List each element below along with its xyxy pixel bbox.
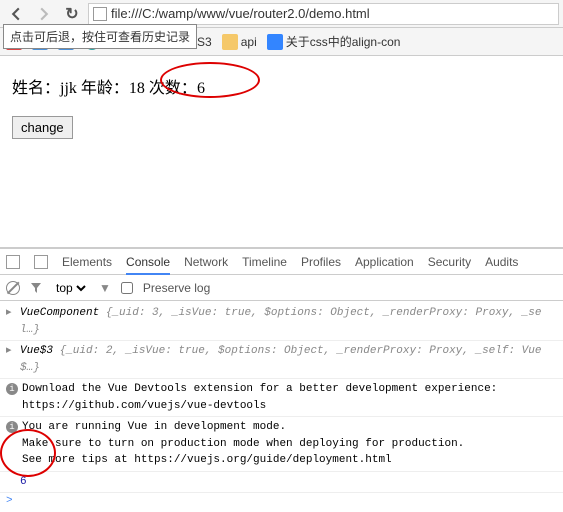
url-bar[interactable]: file:///C:/wamp/www/vue/router2.0/demo.h… (88, 3, 559, 25)
tab-network[interactable]: Network (184, 255, 228, 269)
filter-icon[interactable] (30, 282, 42, 294)
device-icon[interactable] (34, 255, 48, 269)
tab-elements[interactable]: Elements (62, 255, 112, 269)
preserve-log-label: Preserve log (143, 281, 210, 295)
bookmark-item[interactable]: api (222, 34, 257, 50)
context-dropdown[interactable]: top (52, 280, 89, 296)
folder-icon (222, 34, 238, 50)
devtools-tabs: Elements Console Network Timeline Profil… (0, 249, 563, 275)
clear-icon[interactable] (6, 281, 20, 295)
tab-security[interactable]: Security (428, 255, 471, 269)
devtools-panel: Elements Console Network Timeline Profil… (0, 247, 563, 511)
file-icon (93, 7, 107, 21)
back-button[interactable] (4, 2, 28, 26)
log-line: i You are running Vue in development mod… (0, 417, 563, 472)
expand-arrow[interactable]: ▸ (6, 343, 16, 360)
expand-arrow[interactable]: ▸ (6, 305, 16, 322)
url-text: file:///C:/wamp/www/vue/router2.0/demo.h… (111, 6, 370, 21)
bookmark-icon (267, 34, 283, 50)
console-output: ▸ VueComponent {_uid: 3, _isVue: true, $… (0, 301, 563, 511)
console-filter-bar: top ▼ Preserve log (0, 275, 563, 301)
reload-button[interactable]: ↻ (60, 2, 84, 26)
tab-timeline[interactable]: Timeline (242, 255, 287, 269)
log-line: ▸ 6 (0, 472, 563, 494)
bookmark-item[interactable]: 关于css中的align-con (267, 33, 401, 50)
forward-button[interactable] (32, 2, 56, 26)
log-line: ▸ VueComponent {_uid: 3, _isVue: true, $… (0, 303, 563, 341)
page-content: 姓名：jjk 年龄：18 次数：6 change (0, 56, 563, 157)
console-prompt[interactable]: > (0, 493, 563, 509)
tab-profiles[interactable]: Profiles (301, 255, 341, 269)
info-icon: i (6, 383, 18, 395)
change-button[interactable]: change (12, 116, 73, 139)
log-line: i Download the Vue Devtools extension fo… (0, 379, 563, 417)
info-text: 姓名：jjk 年龄：18 次数：6 (12, 74, 551, 98)
tab-audits[interactable]: Audits (485, 255, 518, 269)
back-tooltip: 点击可后退，按住可查看历史记录 (3, 24, 197, 49)
inspect-icon[interactable] (6, 255, 20, 269)
tab-application[interactable]: Application (355, 255, 414, 269)
info-icon: i (6, 421, 18, 433)
preserve-log-checkbox[interactable] (121, 282, 133, 294)
tab-console[interactable]: Console (126, 255, 170, 275)
log-line: ▸ Vue$3 {_uid: 2, _isVue: true, $options… (0, 341, 563, 379)
